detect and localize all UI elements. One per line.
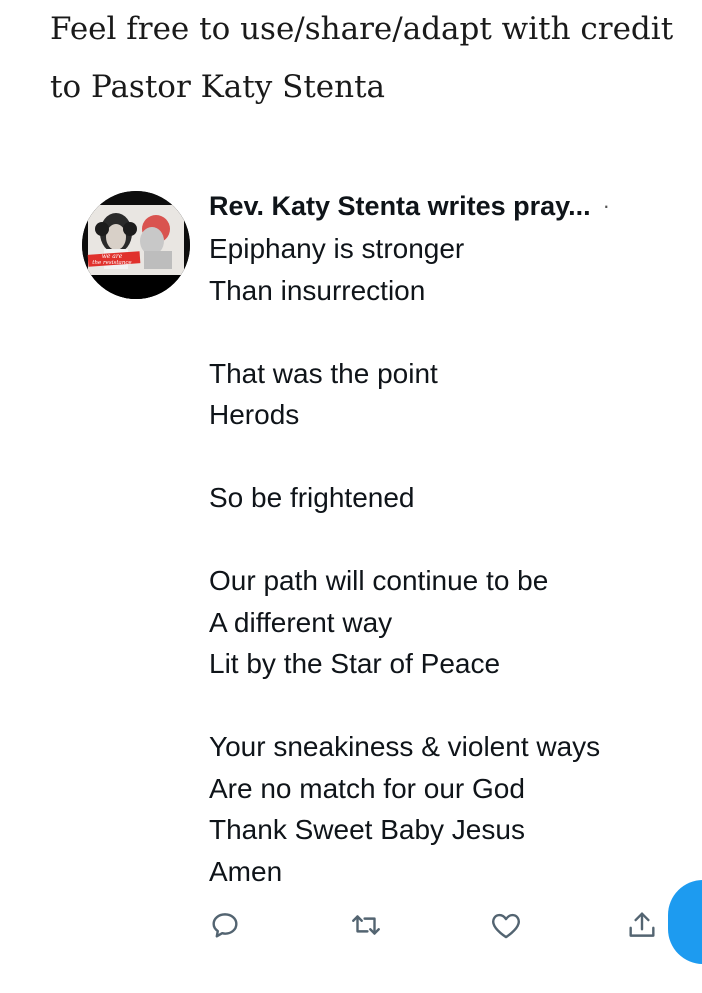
- retweet-icon: [352, 915, 380, 935]
- credit-caption: Feel free to use/share/adapt with credit…: [50, 0, 690, 116]
- share-icon: [629, 912, 655, 937]
- tweet-line: That was the point: [209, 357, 438, 389]
- tweet-line: Herods: [209, 399, 300, 430]
- tweet-line: So be frightened: [209, 482, 415, 513]
- tweet-line: A different way: [209, 606, 393, 638]
- avatar[interactable]: we are the resistance: [82, 191, 190, 299]
- tweet-line: Epiphany is stronger: [209, 233, 465, 264]
- tweet-line: Amen: [209, 855, 283, 887]
- tweet-actions: [200, 900, 680, 950]
- share-button[interactable]: [617, 900, 667, 950]
- caption-line-1: Feel free to use/share/adapt with credit: [50, 11, 674, 47]
- tweet-line: Are no match for our God: [209, 772, 525, 804]
- tweet-line: [209, 311, 689, 353]
- tweet-line: [209, 436, 689, 478]
- reply-button[interactable]: [200, 900, 250, 950]
- tweet-line: [209, 685, 689, 727]
- tweet-line: Your sneakiness & violent ways: [209, 731, 601, 762]
- retweet-button[interactable]: [341, 900, 391, 950]
- like-icon: [492, 913, 520, 939]
- avatar-image: we are the resistance: [82, 191, 190, 299]
- tweet-line: Lit by the Star of Peace: [209, 648, 501, 679]
- like-button[interactable]: [481, 900, 531, 950]
- avatar-label-1: we are: [102, 253, 123, 260]
- compose-fab[interactable]: [668, 880, 702, 964]
- author-name[interactable]: Rev. Katy Stenta writes pray...: [209, 191, 591, 222]
- tweet-line: Thank Sweet Baby Jesus: [209, 814, 525, 845]
- reply-icon: [212, 913, 238, 938]
- tweet-line: Our path will continue to be: [209, 565, 549, 596]
- tweet-line: Than insurrection: [209, 274, 426, 306]
- tweet-header: Rev. Katy Stenta writes pray... ·: [209, 186, 689, 226]
- more-dot[interactable]: ·: [603, 193, 610, 219]
- caption-line-2: to Pastor Katy Stenta: [50, 69, 386, 105]
- avatar-label-2: the resistance: [92, 260, 132, 266]
- tweet-text: Epiphany is stronger Than insurrection T…: [209, 228, 689, 892]
- screenshot-page: Feel free to use/share/adapt with credit…: [0, 0, 702, 993]
- tweet-line: [209, 519, 689, 561]
